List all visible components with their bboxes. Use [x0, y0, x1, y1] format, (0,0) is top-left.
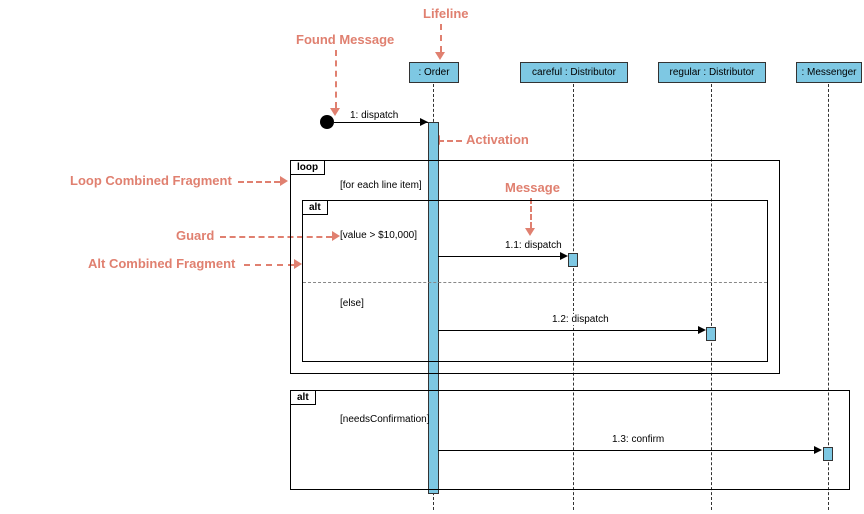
message-1-arrow [420, 118, 428, 126]
annotation-activation: Activation [466, 132, 529, 147]
alt1-fragment-label: alt [303, 201, 328, 215]
annotation-arrow-head [435, 52, 445, 60]
message-1-line [334, 122, 428, 123]
lifeline-careful: careful : Distributor [520, 62, 628, 83]
message-13-label: 1.3: confirm [610, 434, 666, 445]
message-11-arrow [560, 252, 568, 260]
message-12-label: 1.2: dispatch [550, 314, 611, 325]
message-11-line [438, 256, 566, 257]
loop-fragment-label: loop [291, 161, 325, 175]
annotation-arrow [238, 181, 280, 183]
annotation-arrow-head [330, 108, 340, 116]
alt-fragment-1: alt [302, 200, 768, 362]
lifeline-order: : Order [409, 62, 459, 83]
loop-guard: [for each line item] [340, 180, 422, 191]
message-11-label: 1.1: dispatch [503, 240, 564, 251]
activation-messenger [823, 447, 833, 461]
activation-regular [706, 327, 716, 341]
annotation-guard: Guard [176, 228, 214, 243]
annotation-loop-fragment: Loop Combined Fragment [70, 173, 232, 188]
message-13-arrow [814, 446, 822, 454]
found-message-dot [320, 115, 334, 129]
alt2-guard: [needsConfirmation] [340, 414, 430, 425]
annotation-arrow [440, 24, 442, 52]
alt2-fragment-label: alt [291, 391, 316, 405]
activation-careful [568, 253, 578, 267]
annotation-lifeline: Lifeline [423, 6, 469, 21]
alt1-separator [303, 282, 767, 283]
message-13-line [438, 450, 820, 451]
annotation-arrow [244, 264, 294, 266]
annotation-arrow-head [280, 176, 288, 186]
annotation-arrow [438, 140, 462, 142]
alt1-guard1: [value > $10,000] [340, 230, 417, 241]
lifeline-regular: regular : Distributor [658, 62, 766, 83]
message-1-label: 1: dispatch [348, 110, 400, 121]
message-12-arrow [698, 326, 706, 334]
annotation-arrow [335, 50, 337, 108]
message-12-line [438, 330, 704, 331]
alt1-guard2: [else] [340, 298, 364, 309]
lifeline-messenger: : Messenger [796, 62, 862, 83]
alt-fragment-2: alt [290, 390, 850, 490]
annotation-found-message: Found Message [296, 32, 394, 47]
annotation-alt-fragment: Alt Combined Fragment [88, 256, 235, 271]
